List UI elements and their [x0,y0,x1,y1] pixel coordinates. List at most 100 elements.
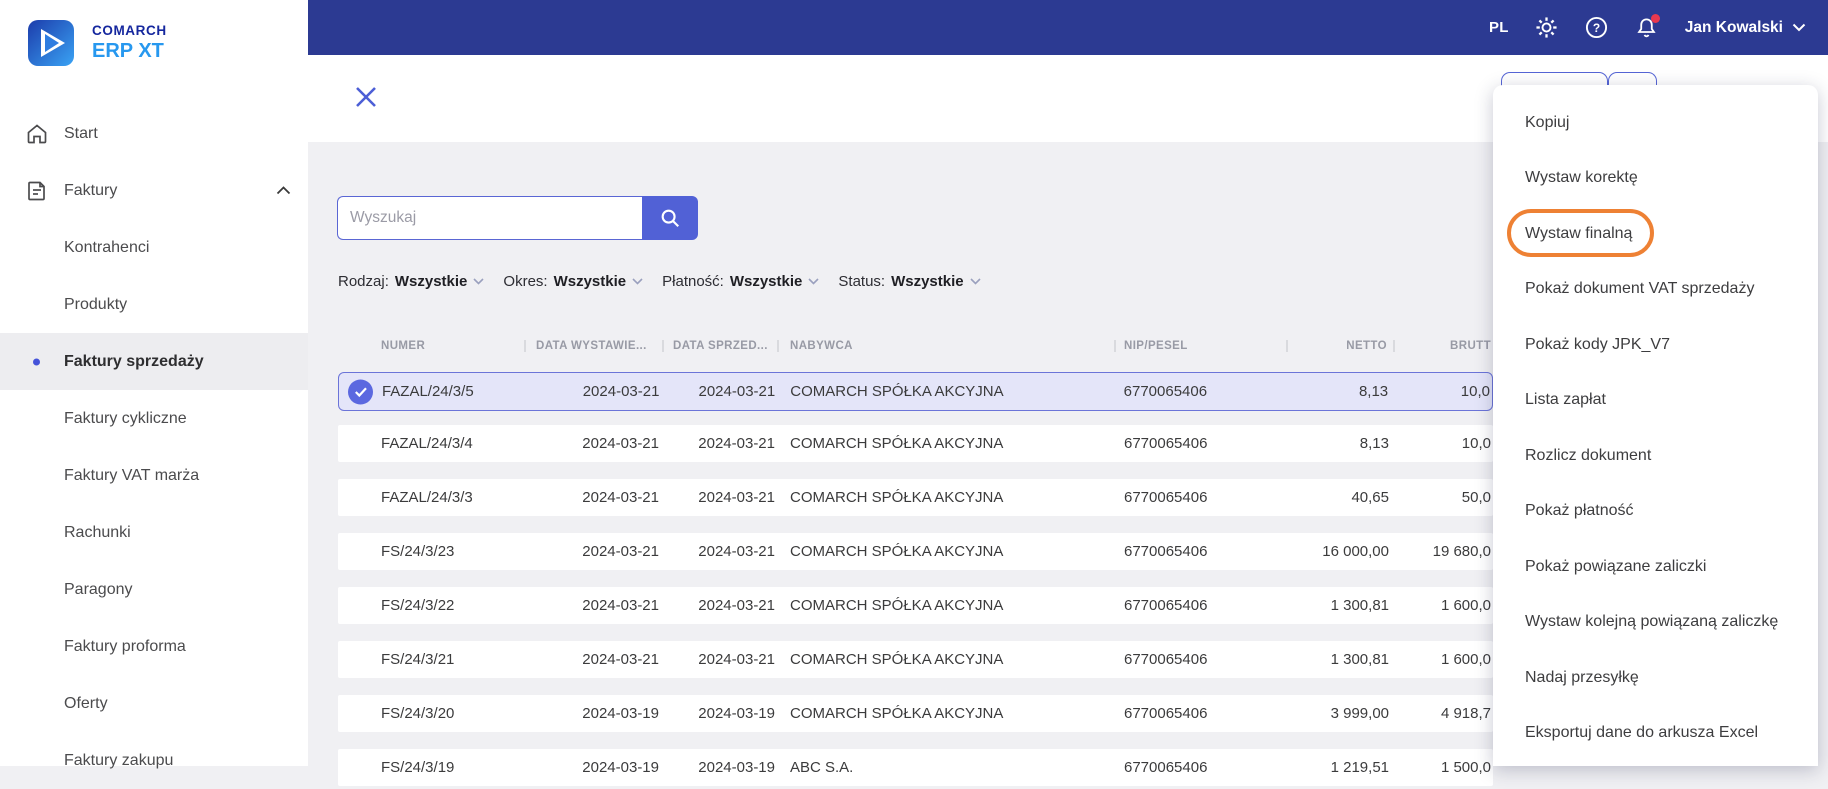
cell-data_sprzedazy: 2024-03-21 [698,435,775,452]
column-header-brutt[interactable]: BRUTT [1395,340,1493,352]
help-icon[interactable]: ? [1585,16,1609,40]
cell-data_wystawienia: 2024-03-21 [582,597,659,614]
cell-numer: FS/24/3/20 [381,705,455,722]
row-select-cell[interactable] [338,695,372,732]
cell-data_wystawienia: 2024-03-19 [582,705,659,722]
table-row[interactable]: FAZAL/24/3/4 2024-03-21 2024-03-21 COMARCH … [338,425,1493,462]
table-row[interactable]: FAZAL/24/3/3 2024-03-21 2024-03-21 COMARCH … [338,479,1493,516]
filter-rodzaj[interactable]: Rodzaj: Wszystkie [338,273,484,290]
row-select-cell[interactable] [338,641,372,678]
table-row[interactable]: FAZAL/24/3/5 2024-03-21 2024-03-21 COMARCH … [338,372,1493,411]
app-logo: COMARCH ERP XT [28,20,167,66]
sidebar-item-label: Faktury VAT marża [64,466,200,484]
menu-item-poka-kody-jpk-v7[interactable]: Pokaż kody JPK_V7 [1493,317,1818,373]
filter-label: Rodzaj: [338,272,389,290]
column-header-nip-pesel[interactable]: NIP/PESEL [1116,340,1288,352]
cell-nabywca: ABC S.A. [790,759,854,776]
sidebar-item-label: Paragony [64,580,133,598]
chevron-down-icon [632,277,643,285]
sidebar-item-label: Faktury [64,181,118,199]
column-header-numer[interactable]: NUMER [372,340,526,352]
cell-netto: 8,13 [1359,435,1389,452]
gear-icon[interactable] [1535,16,1559,40]
column-header-data-wystawie-[interactable]: DATA WYSTAWIE... [526,340,664,352]
search-bar [337,196,698,240]
cell-nabywca: COMARCH SPÓŁKA AKCYJNA [790,543,1004,560]
cell-data_wystawienia: 2024-03-21 [582,489,659,506]
menu-item-lista-zap-at[interactable]: Lista zapłat [1493,373,1818,429]
filter-okres[interactable]: Okres: Wszystkie [503,273,643,290]
sidebar-item-start[interactable]: Start [0,105,308,162]
filter-value: Wszystkie [394,272,468,290]
sidebar-item-faktury-sprzeda-y[interactable]: Faktury sprzedaży [0,333,308,390]
menu-item-eksportuj-dane-do-arkusza-excel[interactable]: Eksportuj dane do arkusza Excel [1493,706,1818,762]
menu-item-poka-dokument-vat-sprzeda-y[interactable]: Pokaż dokument VAT sprzedaży [1493,262,1818,318]
cell-nip_pesel: 6770065406 [1123,383,1208,400]
brand-line1: COMARCH [92,23,167,38]
comarch-logo-icon [28,20,74,66]
cell-netto: 1 219,51 [1330,759,1389,776]
filter-label: Status: [838,272,886,290]
table-row[interactable]: FS/24/3/20 2024-03-19 2024-03-19 COMARCH SP… [338,695,1493,732]
menu-item-nadaj-przesy-k-[interactable]: Nadaj przesyłkę [1493,650,1818,706]
chevron-up-icon[interactable] [276,182,291,200]
menu-item-poka-powi-zane-zaliczki[interactable]: Pokaż powiązane zaliczki [1493,539,1818,595]
user-name: Jan Kowalski [1684,18,1783,36]
menu-item-wystaw-korekt-[interactable]: Wystaw korektę [1493,151,1818,207]
table-header: NUMER DATA WYSTAWIE... DATA SPRZED... NABYW… [338,332,1493,360]
row-select-cell[interactable] [338,533,372,570]
column-header-nabywca[interactable]: NABYWCA [779,340,1116,352]
menu-item-wystaw-finaln-[interactable]: Wystaw finalną [1493,206,1818,262]
sidebar-item-label: Produkty [64,295,128,313]
sidebar-item-faktury-proforma[interactable]: Faktury proforma [0,618,308,675]
menu-item-wystaw-kolejn-powi-zan-zaliczk-[interactable]: Wystaw kolejną powiązaną zaliczkę [1493,595,1818,651]
search-button[interactable] [642,196,698,240]
sidebar-item-faktury-vat-mar-a[interactable]: Faktury VAT marża [0,447,308,504]
sidebar-item-oferty[interactable]: Oferty [0,675,308,732]
cell-netto: 1 300,81 [1330,597,1389,614]
cell-brutto: 1 600,0 [1440,651,1491,668]
row-select-cell[interactable] [339,373,373,410]
menu-item-rozlicz-dokument[interactable]: Rozlicz dokument [1493,428,1818,484]
cell-nip_pesel: 6770065406 [1124,435,1208,452]
search-icon [661,209,679,227]
sidebar-item-produkty[interactable]: Produkty [0,276,308,333]
bell-icon[interactable] [1635,13,1660,40]
sidebar-item-kontrahenci[interactable]: Kontrahenci [0,219,308,276]
table-row[interactable]: FS/24/3/22 2024-03-21 2024-03-21 COMARCH SP… [338,587,1493,624]
document-icon [25,179,49,203]
filter-status[interactable]: Status: Wszystkie [838,272,981,290]
menu-item-kopiuj[interactable]: Kopiuj [1493,95,1818,151]
select-all-column [338,332,372,360]
language-selector[interactable]: PL [1489,19,1509,36]
table-row[interactable]: FS/24/3/23 2024-03-21 2024-03-21 COMARCH SP… [338,533,1493,570]
filter-płatność[interactable]: Płatność: Wszystkie [662,273,819,290]
user-menu[interactable]: Jan Kowalski [1685,19,1806,37]
filter-value: Wszystkie [729,272,803,290]
column-header-data-sprzed-[interactable]: DATA SPRZED... [664,340,779,352]
cell-data_sprzedazy: 2024-03-21 [698,597,775,614]
row-select-cell[interactable] [338,425,372,462]
column-header-netto[interactable]: NETTO [1288,340,1395,352]
cell-numer: FS/24/3/21 [381,651,455,668]
sidebar-item-faktury-cykliczne[interactable]: Faktury cykliczne [0,390,308,447]
sidebar-item-faktury-zakupu[interactable]: Faktury zakupu [0,732,308,789]
close-icon[interactable] [354,85,380,111]
menu-item-poka-p-atno-[interactable]: Pokaż płatność [1493,484,1818,540]
row-select-cell[interactable] [338,479,372,516]
row-select-cell[interactable] [338,587,372,624]
sidebar-item-faktury[interactable]: Faktury [0,162,308,219]
notification-dot [1650,13,1660,23]
search-input[interactable] [337,196,642,240]
sidebar-item-rachunki[interactable]: Rachunki [0,504,308,561]
cell-data_wystawienia: 2024-03-21 [582,543,659,560]
sidebar-item-paragony[interactable]: Paragony [0,561,308,618]
sidebar: COMARCH ERP XT Start Faktury Kontrahenci Pr… [0,0,308,769]
table-row[interactable]: FS/24/3/21 2024-03-21 2024-03-21 COMARCH SP… [338,641,1493,678]
cell-nip_pesel: 6770065406 [1124,597,1208,614]
cell-data_sprzedazy: 2024-03-19 [698,759,775,776]
table-row[interactable]: FS/24/3/19 2024-03-19 2024-03-19 ABC S.A. 67… [338,749,1493,786]
filter-value: Wszystkie [891,272,964,290]
row-select-cell[interactable] [338,749,372,786]
chevron-down-icon [473,277,484,285]
